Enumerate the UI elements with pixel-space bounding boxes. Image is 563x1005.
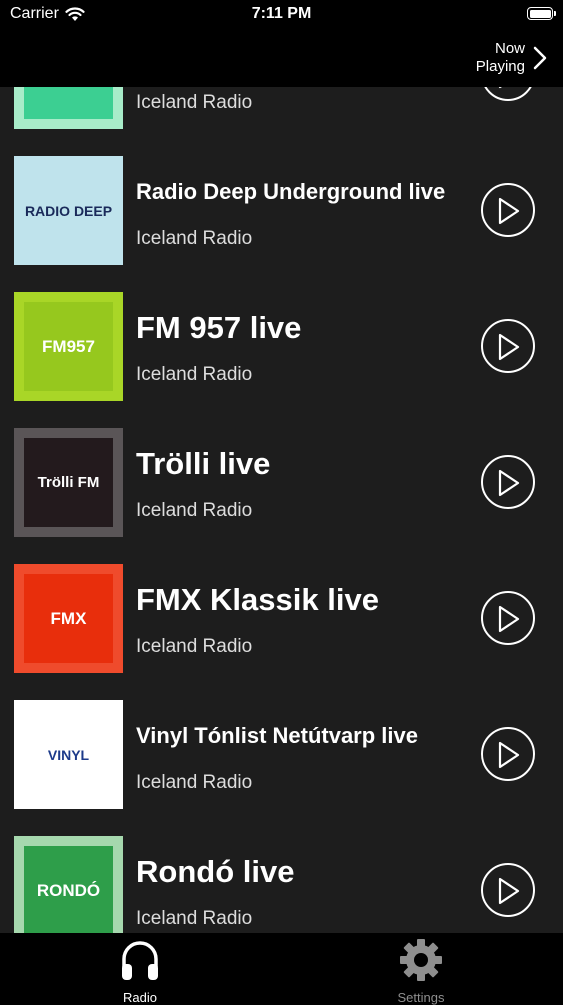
station-artwork-label: RADIO DEEP (24, 202, 113, 219)
play-button[interactable] (481, 87, 535, 101)
station-name: Radio Deep Underground live (136, 179, 446, 204)
tab-bar: Radio Settings (0, 933, 563, 1005)
station-subtitle: Iceland Radio (136, 772, 253, 793)
play-button[interactable] (481, 727, 535, 781)
battery-icon (527, 7, 556, 20)
status-time: 7:11 PM (251, 5, 312, 22)
now-playing-label: Now Playing (476, 40, 525, 76)
nav-bar: Now Playing (0, 30, 563, 87)
tab-settings[interactable]: Settings (361, 937, 481, 1005)
station-name: Vinyl Tónlist Netútvarp live (136, 723, 418, 748)
play-button[interactable] (481, 183, 535, 237)
station-name: Trölli live (136, 446, 271, 481)
tab-radio-label: Radio (123, 990, 157, 1005)
station-subtitle: Iceland Radio (136, 636, 253, 657)
station-artwork-label: FM957 (42, 336, 95, 356)
station-artwork: Trölli FM (14, 428, 123, 537)
station-artwork: VINYL (14, 700, 123, 809)
station-list: Iceland Radio RADIO DEEP Radio Deep Underg… (0, 87, 563, 933)
station-artwork (14, 87, 123, 129)
play-button[interactable] (481, 319, 535, 373)
chevron-right-icon (533, 46, 547, 70)
now-playing-button[interactable]: Now Playing (476, 40, 547, 76)
station-subtitle: Iceland Radio (136, 228, 253, 249)
station-subtitle: Iceland Radio (136, 92, 253, 113)
station-artwork-label: VINYL (47, 746, 90, 763)
station-artwork-label: RONDÓ (36, 880, 101, 900)
station-artwork: RADIO DEEP (14, 156, 123, 265)
station-subtitle: Iceland Radio (136, 500, 253, 521)
station-row[interactable]: Iceland Radio (0, 87, 563, 146)
station-row[interactable]: VINYL Vinyl Tónlist Netútvarp live Iceland… (0, 690, 563, 826)
station-subtitle: Iceland Radio (136, 908, 253, 929)
station-list-viewport[interactable]: Iceland Radio RADIO DEEP Radio Deep Underg… (0, 87, 563, 933)
station-artwork: RONDÓ (14, 836, 123, 933)
now-playing-line1: Now (494, 40, 525, 57)
tab-radio[interactable]: Radio (80, 937, 200, 1005)
status-bar: Carrier 7:11 PM (0, 0, 563, 30)
station-name: FM 957 live (136, 310, 302, 345)
station-row[interactable]: FM957 FM 957 live Iceland Radio (0, 282, 563, 418)
play-button[interactable] (481, 591, 535, 645)
station-artwork-label: FMX (50, 608, 87, 628)
station-row[interactable]: Trölli FM Trölli live Iceland Radio (0, 418, 563, 554)
station-row[interactable]: RADIO DEEP Radio Deep Underground live Ice… (0, 146, 563, 282)
station-name: Rondó live (136, 854, 295, 889)
gear-icon (400, 939, 442, 981)
station-row[interactable]: RONDÓ Rondó live Iceland Radio (0, 826, 563, 933)
station-row[interactable]: FMX FMX Klassik live Iceland Radio (0, 554, 563, 690)
play-button[interactable] (481, 863, 535, 917)
now-playing-line2: Playing (475, 58, 525, 75)
station-subtitle: Iceland Radio (136, 364, 253, 385)
play-button[interactable] (481, 455, 535, 509)
station-artwork: FMX (14, 564, 123, 673)
station-artwork: FM957 (14, 292, 123, 401)
station-artwork-label: Trölli FM (37, 474, 100, 491)
headphones-icon (122, 941, 158, 980)
tab-settings-label: Settings (397, 990, 445, 1005)
station-name: FMX Klassik live (136, 582, 379, 617)
